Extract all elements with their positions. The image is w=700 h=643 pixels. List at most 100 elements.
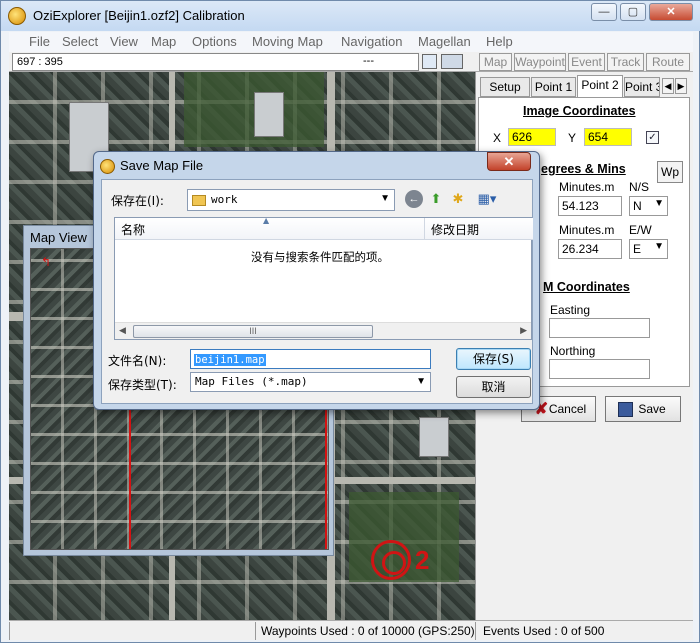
toolbar: 697 : 395 --- Map Waypoint Event Track R… — [9, 52, 693, 72]
empty-message: 没有与搜索条件匹配的项。 — [251, 250, 389, 264]
northing-field[interactable] — [549, 359, 650, 379]
tab-point-2[interactable]: Point 2 — [577, 75, 623, 98]
filename-value: beijin1.map — [194, 354, 266, 366]
map-image-icon[interactable] — [422, 54, 437, 69]
ew-label: E/W — [629, 223, 652, 237]
lat-minutes-label: Minutes.m — [559, 180, 615, 194]
y-label: Y — [568, 131, 577, 145]
maximize-button[interactable]: ▢ — [620, 3, 646, 21]
back-icon[interactable]: ← — [405, 190, 423, 208]
ew-value: E — [633, 242, 642, 256]
save-in-combo[interactable]: work ▼ — [187, 189, 395, 211]
map-building — [419, 417, 449, 457]
degrees-mins-heading: egrees & Mins — [541, 162, 626, 176]
menu-navigation[interactable]: Navigation — [341, 34, 402, 49]
menu-file[interactable]: File — [29, 34, 50, 49]
lat-minutes-field[interactable]: 54.123 — [558, 196, 622, 216]
col-name-label: 名称 — [121, 223, 146, 237]
sort-arrow-icon: ▲ — [263, 216, 270, 225]
view-menu-icon[interactable]: ▦▾ — [473, 190, 501, 208]
ew-select[interactable]: E ▼ — [629, 239, 668, 259]
col-name-header[interactable]: 名称 ▲ — [115, 216, 425, 240]
events-status: Events Used : 0 of 500 — [483, 624, 605, 638]
save-download-icon[interactable] — [441, 54, 463, 69]
dialog-app-icon — [100, 159, 115, 174]
ozi-window: OziExplorer [Beijin1.ozf2] Calibration —… — [0, 0, 700, 643]
lon-minutes-label: Minutes.m — [559, 223, 615, 237]
app-icon — [8, 7, 26, 25]
scroll-right-icon[interactable]: ▶ — [520, 325, 527, 336]
menu-map[interactable]: Map — [151, 34, 176, 49]
menu-options[interactable]: Options — [192, 34, 237, 49]
ns-label: N/S — [629, 180, 650, 194]
coord-readout: 697 : 395 — [17, 56, 63, 68]
filename-label: 文件名(N): — [108, 354, 167, 368]
easting-label: Easting — [550, 303, 591, 317]
filetype-label: 保存类型(T): — [108, 378, 177, 392]
ns-select[interactable]: N ▼ — [629, 196, 668, 216]
calibration-point-marker[interactable] — [371, 540, 411, 580]
toolbar-map-button[interactable]: Map — [479, 53, 512, 71]
ns-value: N — [633, 199, 642, 213]
toolbar-event-button[interactable]: Event — [568, 53, 605, 71]
map-view-pointer-icon: ↰ — [41, 255, 52, 269]
easting-field[interactable] — [549, 318, 650, 338]
minimize-button[interactable]: — — [591, 3, 617, 21]
chevron-down-icon: ▼ — [416, 376, 426, 387]
title-bar: OziExplorer [Beijin1.ozf2] Calibration —… — [1, 1, 700, 31]
scroll-left-icon[interactable]: ◀ — [119, 325, 126, 336]
menu-view[interactable]: View — [110, 34, 138, 49]
calibration-point-label: 2 — [415, 545, 430, 575]
filename-input[interactable]: beijin1.map — [190, 349, 431, 369]
lon-minutes-field[interactable]: 26.234 — [558, 239, 622, 259]
wp-button[interactable]: Wp — [657, 161, 683, 183]
tab-scroll-right-icon[interactable]: ▶ — [675, 78, 687, 94]
save-map-file-dialog: Save Map File ✕ 保存在(I): work ▼ ← ⬆ ✱ ▦▾ … — [93, 151, 540, 410]
dialog-close-button[interactable]: ✕ — [487, 152, 531, 171]
chevron-down-icon: ▼ — [654, 241, 664, 252]
toolbar-track-button[interactable]: Track — [607, 53, 644, 71]
x-label: X — [493, 131, 502, 145]
filetype-value: Map Files (*.map) — [195, 375, 308, 388]
new-folder-icon[interactable]: ✱ — [449, 190, 467, 208]
image-y-field[interactable]: 654 — [584, 128, 632, 146]
folder-icon — [192, 194, 206, 206]
menu-help[interactable]: Help — [486, 34, 513, 49]
menu-select[interactable]: Select — [62, 34, 98, 49]
close-button[interactable]: ✕ — [649, 3, 693, 21]
col-date-header[interactable]: 修改日期 — [425, 218, 533, 240]
filetype-select[interactable]: Map Files (*.map) ▼ — [190, 372, 431, 392]
up-folder-icon[interactable]: ⬆ — [427, 190, 445, 208]
waypoints-status: Waypoints Used : 0 of 10000 (GPS:250) — [261, 624, 475, 638]
save-label: Save — [638, 402, 666, 416]
tab-scroll-left-icon[interactable]: ◀ — [662, 78, 674, 94]
file-list[interactable]: 名称 ▲ 修改日期 没有与搜索条件匹配的项。 ◀ III ▶ — [114, 216, 533, 340]
tab-setup[interactable]: Setup — [480, 77, 530, 97]
coord-dots: --- — [363, 55, 374, 67]
menu-bar: File Select View Map Options Moving Map … — [9, 32, 693, 52]
cursor-coordinates: 697 : 395 --- — [12, 53, 419, 71]
image-coordinates-heading: Image Coordinates — [523, 104, 636, 118]
save-in-label: 保存在(I): — [111, 194, 164, 208]
map-view-title: Map View — [30, 230, 87, 245]
image-x-field[interactable]: 626 — [508, 128, 556, 146]
dialog-cancel-button[interactable]: 取消 — [456, 376, 531, 398]
tab-point-1[interactable]: Point 1 — [531, 77, 576, 97]
dialog-save-button[interactable]: 保存(S) — [456, 348, 531, 370]
toolbar-waypoint-button[interactable]: Waypoint — [514, 53, 566, 71]
status-bar: Waypoints Used : 0 of 10000 (GPS:250) Ev… — [9, 620, 693, 640]
northing-label: Northing — [550, 344, 596, 358]
save-button[interactable]: Save — [605, 396, 681, 422]
dialog-title: Save Map File — [120, 158, 204, 173]
tab-point-3[interactable]: Point 3 — [624, 77, 660, 97]
menu-magellan[interactable]: Magellan — [418, 34, 471, 49]
horizontal-scrollbar[interactable]: ◀ III ▶ — [115, 322, 531, 339]
image-coords-checkbox[interactable]: ✓ — [646, 131, 659, 144]
window-title: OziExplorer [Beijin1.ozf2] Calibration — [33, 8, 245, 23]
dialog-body: 保存在(I): work ▼ ← ⬆ ✱ ▦▾ 名称 ▲ 修改日期 没有与搜索条… — [101, 179, 533, 404]
save-in-folder: work — [211, 193, 238, 206]
floppy-disk-icon — [618, 402, 633, 417]
scroll-thumb[interactable]: III — [133, 325, 373, 338]
toolbar-route-button[interactable]: Route — [646, 53, 690, 71]
menu-moving-map[interactable]: Moving Map — [252, 34, 323, 49]
